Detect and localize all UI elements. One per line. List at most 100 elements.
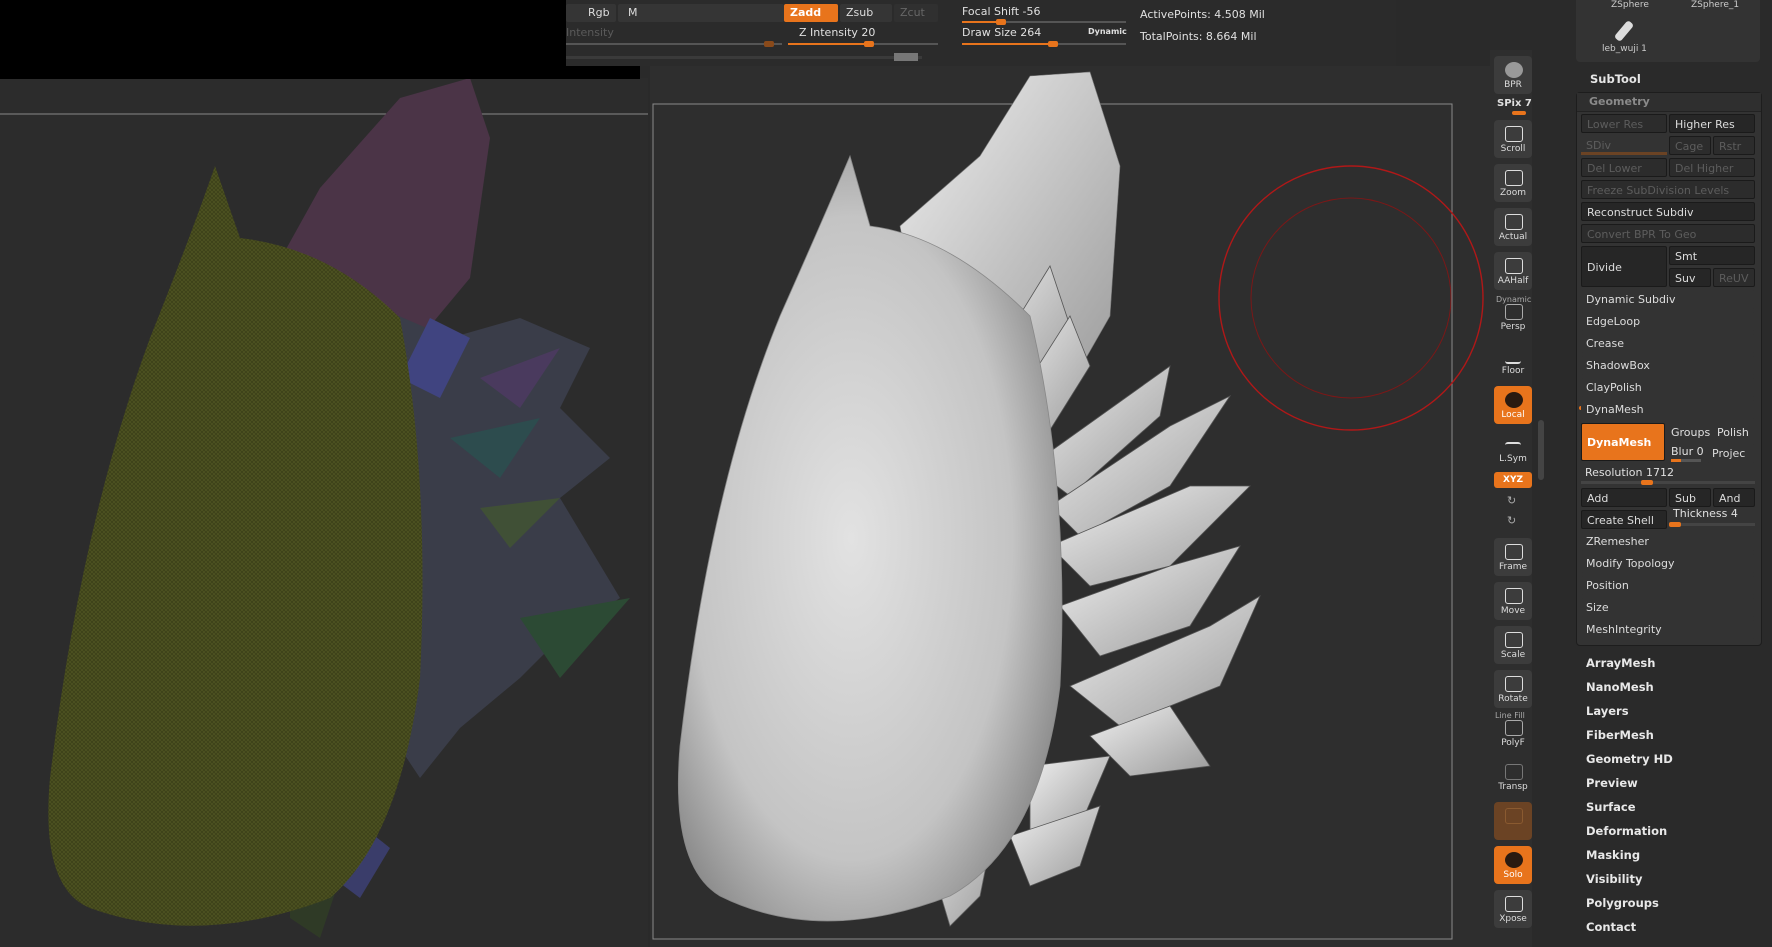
modify-topology-item[interactable]: Modify Topology — [1581, 554, 1755, 573]
masking-menu[interactable]: Masking — [1586, 848, 1640, 862]
local-button[interactable]: Local — [1494, 386, 1532, 424]
blur-slider-track — [1671, 459, 1701, 462]
contact-menu[interactable]: Contact — [1586, 920, 1636, 934]
left-viewport[interactable] — [0, 78, 648, 947]
local-label: Local — [1501, 410, 1525, 420]
scale-button[interactable]: Scale — [1494, 626, 1532, 664]
create-shell-button[interactable]: Create Shell — [1581, 510, 1667, 529]
surface-menu[interactable]: Surface — [1586, 800, 1636, 814]
smt-toggle[interactable]: Smt — [1669, 246, 1755, 265]
groups-toggle[interactable]: Groups — [1671, 426, 1710, 439]
move-label: Move — [1500, 606, 1526, 616]
subtool-thumbnails: ZSphere ZSphere_1 leb_wuji 1 — [1576, 0, 1760, 62]
perspective-grid-icon — [1505, 304, 1523, 320]
dynamesh-button[interactable]: DynaMesh — [1581, 423, 1665, 461]
zsphere-thumb-label[interactable]: ZSphere — [1611, 0, 1649, 10]
crease-item[interactable]: Crease — [1581, 334, 1755, 353]
focal-shift-slider[interactable] — [962, 19, 1126, 25]
dynamic-subdiv-item[interactable]: Dynamic Subdiv — [1581, 290, 1755, 309]
xyz-button[interactable]: XYZ — [1494, 472, 1532, 488]
main-viewport[interactable] — [650, 66, 1490, 947]
rotate-button[interactable]: Rotate — [1494, 670, 1532, 708]
fibermesh-menu[interactable]: FiberMesh — [1586, 728, 1654, 742]
frame-button[interactable]: Frame — [1494, 538, 1532, 576]
resolution-slider-track — [1581, 480, 1755, 485]
thickness-slider[interactable]: Thickness 4 — [1673, 507, 1738, 520]
aahalf-button[interactable]: AAHalf — [1494, 252, 1532, 290]
zcut-button[interactable]: Zcut — [894, 4, 938, 22]
lower-res-button[interactable]: Lower Res — [1581, 114, 1667, 133]
focal-shift-label: Focal Shift -56 — [962, 5, 1041, 18]
layers-menu[interactable]: Layers — [1586, 704, 1629, 718]
xpose-button[interactable]: Xpose — [1494, 890, 1532, 928]
resolution-slider[interactable]: Resolution 1712 — [1585, 466, 1674, 479]
zremesher-item[interactable]: ZRemesher — [1581, 532, 1755, 551]
nanomesh-menu[interactable]: NanoMesh — [1586, 680, 1654, 694]
convert-bpr-button[interactable]: Convert BPR To Geo — [1581, 224, 1755, 243]
floor-icon — [1505, 348, 1521, 364]
polyf-button[interactable]: PolyF — [1494, 714, 1532, 752]
spix-slider[interactable] — [1512, 111, 1526, 115]
meshintegrity-item[interactable]: MeshIntegrity — [1581, 620, 1755, 639]
zsub-button[interactable]: Zsub — [840, 4, 892, 22]
rgb-intensity-slider[interactable] — [566, 41, 782, 47]
cage-button[interactable]: Cage — [1669, 136, 1711, 155]
rgb-button[interactable]: Rgb — [566, 4, 616, 22]
tool-thumbnail-icon[interactable] — [1613, 20, 1635, 42]
edgeloop-item[interactable]: EdgeLoop — [1581, 312, 1755, 331]
rotate-axis-icon-2[interactable]: ↻ — [1507, 514, 1516, 527]
zoom-button[interactable]: Zoom — [1494, 164, 1532, 202]
blur-slider[interactable]: Blur 0 — [1671, 445, 1704, 458]
polish-toggle[interactable]: Polish — [1717, 426, 1749, 439]
and-button[interactable]: And — [1713, 488, 1755, 507]
zadd-button[interactable]: Zadd — [784, 4, 838, 22]
reuv-button[interactable]: ReUV — [1713, 268, 1755, 287]
project-toggle[interactable]: Projec — [1707, 444, 1755, 463]
floor-button[interactable]: Floor — [1494, 342, 1532, 380]
shadowbox-item[interactable]: ShadowBox — [1581, 356, 1755, 375]
draw-size-slider[interactable] — [962, 41, 1126, 47]
claypolish-item[interactable]: ClayPolish — [1581, 378, 1755, 397]
scroll-button[interactable]: Scroll — [1494, 120, 1532, 158]
size-item[interactable]: Size — [1581, 598, 1755, 617]
reconstruct-subdiv-button[interactable]: Reconstruct Subdiv — [1581, 202, 1755, 221]
dynamic-toggle[interactable]: Dynamic — [1088, 27, 1127, 36]
divide-button[interactable]: Divide — [1581, 246, 1667, 287]
solo-button[interactable]: Solo — [1494, 846, 1532, 884]
sphere-icon — [1505, 62, 1523, 78]
preview-menu[interactable]: Preview — [1586, 776, 1638, 790]
arraymesh-menu[interactable]: ArrayMesh — [1586, 656, 1655, 670]
m-button[interactable]: M — [618, 4, 784, 22]
z-intensity-slider[interactable] — [788, 41, 938, 47]
position-item[interactable]: Position — [1581, 576, 1755, 595]
scale-label: Scale — [1500, 650, 1526, 660]
dynamesh-item[interactable]: DynaMesh — [1581, 400, 1755, 419]
strip-handle[interactable] — [894, 53, 918, 61]
geometry-hd-menu[interactable]: Geometry HD — [1586, 752, 1673, 766]
ghost-button[interactable] — [1494, 802, 1532, 840]
suv-toggle[interactable]: Suv — [1669, 268, 1711, 287]
actual-button[interactable]: Actual — [1494, 208, 1532, 246]
bpr-button[interactable]: BPR — [1494, 56, 1532, 94]
add-button[interactable]: Add — [1581, 488, 1667, 507]
sub-button[interactable]: Sub — [1669, 488, 1711, 507]
del-higher-button[interactable]: Del Higher — [1669, 158, 1755, 177]
del-lower-button[interactable]: Del Lower — [1581, 158, 1667, 177]
subtool-header[interactable]: SubTool — [1590, 72, 1641, 86]
sculpt-mesh-view — [652, 71, 1484, 940]
move-button[interactable]: Move — [1494, 582, 1532, 620]
transp-button[interactable]: Transp — [1494, 758, 1532, 796]
rotate-axis-icon-1[interactable]: ↻ — [1507, 494, 1516, 507]
persp-button[interactable]: Persp — [1494, 298, 1532, 336]
lsym-button[interactable]: L.Sym — [1494, 430, 1532, 468]
brush-outer-circle — [1218, 165, 1484, 431]
zsphere1-thumb-label[interactable]: ZSphere_1 — [1691, 0, 1739, 10]
rstr-button[interactable]: Rstr — [1713, 136, 1755, 155]
polygroups-menu[interactable]: Polygroups — [1586, 896, 1659, 910]
panel-scrollbar[interactable] — [1538, 420, 1544, 480]
higher-res-button[interactable]: Higher Res — [1669, 114, 1755, 133]
deformation-menu[interactable]: Deformation — [1586, 824, 1667, 838]
visibility-menu[interactable]: Visibility — [1586, 872, 1642, 886]
geometry-header[interactable]: Geometry — [1577, 93, 1761, 112]
freeze-subdivision-button[interactable]: Freeze SubDivision Levels — [1581, 180, 1755, 199]
